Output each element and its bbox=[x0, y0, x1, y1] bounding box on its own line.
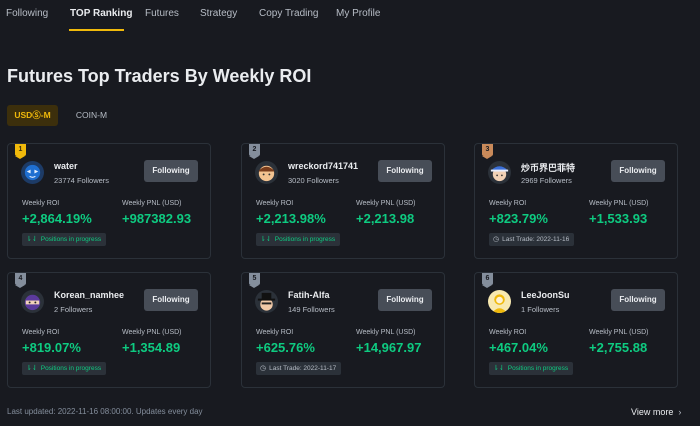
pnl-value: +987382.93 bbox=[122, 211, 192, 226]
tab-strategy[interactable]: Strategy bbox=[200, 8, 237, 19]
status-text: Last Trade: 2022-11-16 bbox=[502, 236, 570, 243]
positions-icon: ⇂⇃ bbox=[26, 365, 38, 372]
avatar bbox=[488, 161, 511, 184]
trader-name[interactable]: 炒币界巴菲特 bbox=[521, 161, 575, 174]
avatar bbox=[255, 161, 278, 184]
orange-face-avatar-icon bbox=[255, 161, 278, 184]
follower-count: 149 Followers bbox=[288, 305, 335, 314]
status-text: Last Trade: 2022-11-17 bbox=[269, 365, 337, 372]
positions-icon: ⇂⇃ bbox=[493, 365, 505, 372]
blue-mask-avatar-icon bbox=[21, 161, 44, 184]
roi-label: Weekly ROI bbox=[256, 200, 294, 207]
pnl-label: Weekly PNL (USD) bbox=[122, 329, 182, 336]
roi-label: Weekly ROI bbox=[22, 200, 60, 207]
avatar bbox=[488, 290, 511, 313]
last-updated-note: Last updated: 2022-11-16 08:00:00. Updat… bbox=[7, 407, 203, 416]
purple-ninja-avatar-icon bbox=[21, 290, 44, 313]
pnl-label: Weekly PNL (USD) bbox=[589, 200, 649, 207]
status-pill: ⇂⇃ Positions in progress bbox=[256, 233, 341, 246]
clock-icon: ◷ bbox=[493, 236, 500, 243]
tab-copy-trading[interactable]: Copy Trading bbox=[259, 8, 318, 19]
follower-count: 3020 Followers bbox=[288, 176, 339, 185]
view-more-label: View more bbox=[631, 407, 674, 417]
following-button[interactable]: Following bbox=[144, 289, 198, 311]
blue-hat-avatar-icon bbox=[488, 161, 511, 184]
tab-top-ranking[interactable]: TOP Ranking bbox=[70, 8, 132, 19]
pnl-label: Weekly PNL (USD) bbox=[122, 200, 182, 207]
trader-card[interactable]: 6 LeeJoonSu 1 Followers Following Weekly… bbox=[474, 272, 678, 388]
follower-count: 2969 Followers bbox=[521, 176, 572, 185]
trader-name[interactable]: Fatih-Alfa bbox=[288, 290, 330, 300]
trader-card[interactable]: 3 炒币界巴菲特 2969 Followers Following Weekly… bbox=[474, 143, 678, 259]
tab-futures[interactable]: Futures bbox=[145, 8, 179, 19]
pnl-label: Weekly PNL (USD) bbox=[356, 200, 416, 207]
follower-count: 23774 Followers bbox=[54, 176, 110, 185]
following-button[interactable]: Following bbox=[611, 289, 665, 311]
status-pill: ⇂⇃ Positions in progress bbox=[22, 362, 107, 375]
follower-count: 1 Followers bbox=[521, 305, 560, 314]
tab-following[interactable]: Following bbox=[6, 8, 48, 19]
following-button[interactable]: Following bbox=[611, 160, 665, 182]
follower-count: 2 Followers bbox=[54, 305, 93, 314]
roi-value: +467.04% bbox=[489, 340, 548, 355]
rank-badge: 4 bbox=[15, 273, 26, 288]
pnl-value: +14,967.97 bbox=[356, 340, 422, 355]
roi-label: Weekly ROI bbox=[489, 200, 527, 207]
pnl-value: +1,354.89 bbox=[122, 340, 181, 355]
status-text: Positions in progress bbox=[40, 365, 102, 372]
avatar bbox=[255, 290, 278, 313]
black-hat-avatar-icon bbox=[255, 290, 278, 313]
roi-label: Weekly ROI bbox=[489, 329, 527, 336]
roi-value: +2,864.19% bbox=[22, 211, 92, 226]
tab-my-profile[interactable]: My Profile bbox=[336, 8, 380, 19]
status-text: Positions in progress bbox=[40, 236, 102, 243]
trader-card[interactable]: 2 wreckord741741 3020 Followers Followin… bbox=[241, 143, 445, 259]
rank-badge: 5 bbox=[249, 273, 260, 288]
segment-coin-m[interactable]: COIN-M bbox=[66, 105, 117, 126]
following-button[interactable]: Following bbox=[378, 160, 432, 182]
status-pill: ⇂⇃ Positions in progress bbox=[489, 362, 574, 375]
avatar bbox=[21, 290, 44, 313]
status-text: Positions in progress bbox=[274, 236, 336, 243]
rank-badge: 1 bbox=[15, 144, 26, 159]
roi-value: +2,213.98% bbox=[256, 211, 326, 226]
following-button[interactable]: Following bbox=[144, 160, 198, 182]
rank-badge: 3 bbox=[482, 144, 493, 159]
following-button[interactable]: Following bbox=[378, 289, 432, 311]
pnl-label: Weekly PNL (USD) bbox=[356, 329, 416, 336]
roi-label: Weekly ROI bbox=[22, 329, 60, 336]
status-pill: ◷ Last Trade: 2022-11-17 bbox=[256, 362, 342, 375]
page-title: Futures Top Traders By Weekly ROI bbox=[7, 66, 312, 86]
roi-value: +823.79% bbox=[489, 211, 548, 226]
clock-icon: ◷ bbox=[260, 365, 267, 372]
trader-name[interactable]: Korean_namhee bbox=[54, 290, 124, 300]
positions-icon: ⇂⇃ bbox=[260, 236, 272, 243]
trader-card[interactable]: 5 Fatih-Alfa 149 Followers Following Wee… bbox=[241, 272, 445, 388]
avatar bbox=[21, 161, 44, 184]
trader-name[interactable]: water bbox=[54, 161, 78, 171]
segment-usds-m[interactable]: USDⓈ-M bbox=[7, 105, 58, 126]
yellow-person-avatar-icon bbox=[488, 290, 511, 313]
roi-value: +625.76% bbox=[256, 340, 315, 355]
trader-card[interactable]: 4 Korean_namhee 2 Followers Following We… bbox=[7, 272, 211, 388]
status-pill: ◷ Last Trade: 2022-11-16 bbox=[489, 233, 575, 246]
roi-value: +819.07% bbox=[22, 340, 81, 355]
view-more-link[interactable]: View more › bbox=[631, 407, 681, 417]
chevron-right-icon: › bbox=[678, 407, 682, 417]
pnl-value: +2,755.88 bbox=[589, 340, 648, 355]
roi-label: Weekly ROI bbox=[256, 329, 294, 336]
active-tab-indicator bbox=[69, 29, 124, 31]
status-pill: ⇂⇃ Positions in progress bbox=[22, 233, 107, 246]
trader-name[interactable]: wreckord741741 bbox=[288, 161, 358, 171]
positions-icon: ⇂⇃ bbox=[26, 236, 38, 243]
trader-card[interactable]: 1 water 23774 Followers Following Weekly… bbox=[7, 143, 211, 259]
pnl-label: Weekly PNL (USD) bbox=[589, 329, 649, 336]
rank-badge: 6 bbox=[482, 273, 493, 288]
status-text: Positions in progress bbox=[507, 365, 569, 372]
pnl-value: +1,533.93 bbox=[589, 211, 648, 226]
top-nav: Following TOP Ranking Futures Strategy C… bbox=[0, 0, 700, 32]
rank-badge: 2 bbox=[249, 144, 260, 159]
pnl-value: +2,213.98 bbox=[356, 211, 415, 226]
trader-name[interactable]: LeeJoonSu bbox=[521, 290, 570, 300]
